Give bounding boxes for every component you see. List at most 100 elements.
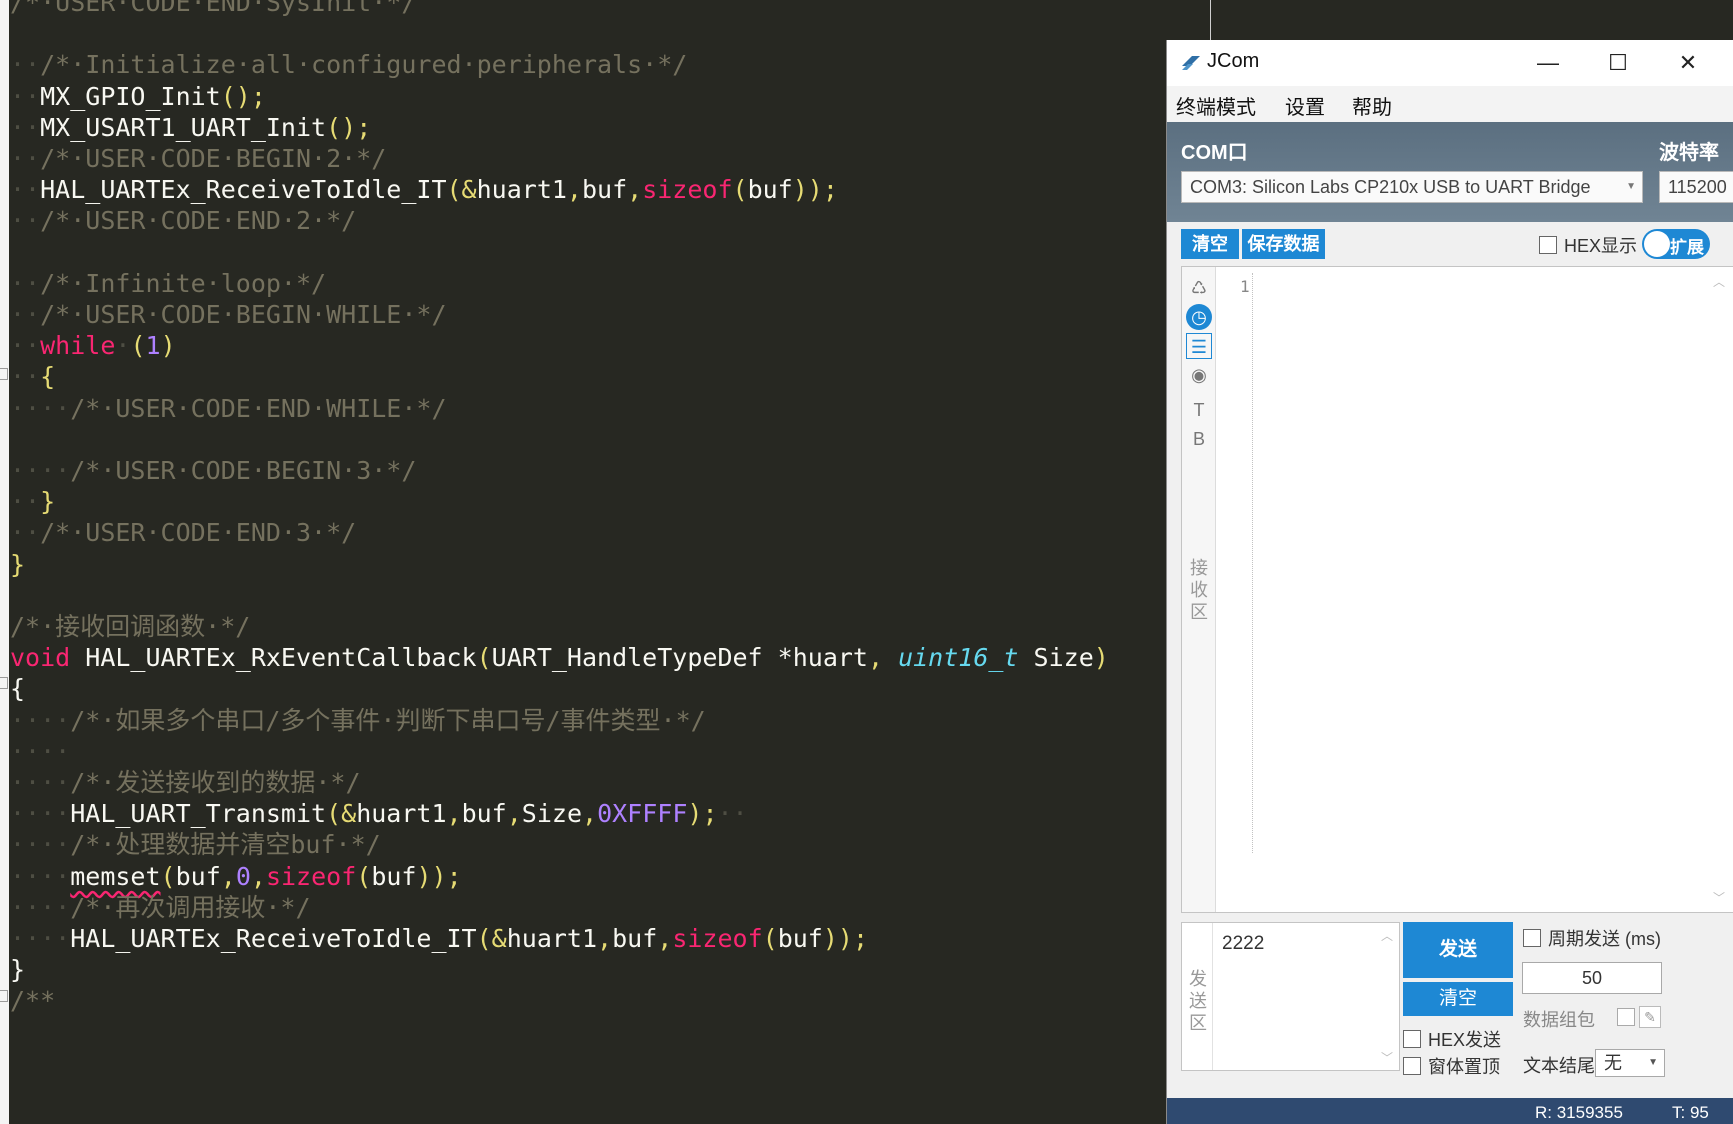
toggle-knob <box>1644 231 1670 257</box>
bold-icon[interactable]: B <box>1186 426 1212 452</box>
menu-help[interactable]: 帮助 <box>1352 91 1392 120</box>
code-line: { <box>10 672 25 706</box>
status-bar: R: 3159355 T: 95 <box>1167 1098 1733 1124</box>
code-token: /*·如果多个串口/多个事件·判断下串口号/事件类型·*/ <box>70 705 706 735</box>
code-token: ( <box>160 861 176 891</box>
fold-marker[interactable] <box>0 990 8 1002</box>
code-token: ·· <box>10 518 41 548</box>
always-on-top-option[interactable]: 窗体置顶 <box>1403 1053 1500 1079</box>
always-on-top-checkbox[interactable] <box>1403 1057 1421 1075</box>
code-token: /*·USER·CODE·BEGIN·2·*/ <box>40 144 387 173</box>
code-line: ··} <box>10 485 55 519</box>
scroll-down-icon[interactable]: ﹀ <box>1381 1049 1393 1066</box>
hex-display-label: HEX显示 <box>1564 236 1638 256</box>
pencil-icon[interactable]: ✎ <box>1639 1006 1661 1028</box>
code-line: ····HAL_UART_Transmit(&huart1,buf,Size,0… <box>10 797 748 831</box>
code-line: } <box>10 548 25 582</box>
send-side-divider <box>1212 923 1213 1070</box>
minimize-button[interactable]: — <box>1513 40 1583 86</box>
code-token: ·· <box>10 300 41 329</box>
periodic-send-option[interactable]: 周期发送 (ms) <box>1523 925 1661 951</box>
code-token: /*·USER·CODE·BEGIN·3·*/ <box>70 456 417 485</box>
code-token: while <box>40 331 116 361</box>
code-token: ·· <box>10 362 41 392</box>
text-icon[interactable]: T <box>1186 397 1212 423</box>
receive-clear-button[interactable]: 清空 <box>1181 229 1239 259</box>
code-token: ···· <box>10 830 71 860</box>
code-line: ··{ <box>10 360 55 394</box>
code-line: ··MX_USART1_UART_Init(); <box>10 111 371 145</box>
code-token: ···· <box>10 861 71 891</box>
code-token: ) <box>1093 643 1109 673</box>
code-token: buf <box>175 861 221 891</box>
hex-send-label: HEX发送 <box>1428 1030 1502 1050</box>
code-token: uint16_t <box>898 643 1019 673</box>
code-token: void <box>10 643 71 673</box>
code-token: /*·Initialize·all·configured·peripherals… <box>40 50 688 80</box>
scroll-up-icon[interactable]: ︿ <box>1381 927 1393 944</box>
title-bar[interactable]: JCom — ☐ ✕ <box>1167 40 1733 86</box>
expand-toggle[interactable]: 扩展 <box>1642 229 1710 259</box>
hex-display-option[interactable]: HEX显示 <box>1539 232 1637 258</box>
code-line: ··/*·USER·CODE·BEGIN·WHILE·*/ <box>10 298 447 332</box>
chevron-down-icon: ▼ <box>1648 1057 1658 1068</box>
code-token: Size <box>521 799 583 829</box>
code-token: (& <box>326 799 357 829</box>
hex-send-checkbox[interactable] <box>1403 1030 1421 1048</box>
com-port-label: COM口 <box>1181 142 1248 164</box>
code-token: · <box>115 331 131 361</box>
jcom-logo-icon <box>1182 56 1200 70</box>
code-line: /*·USER·CODE·END·SysInit·*/ <box>10 0 416 20</box>
code-token: ·· <box>10 144 41 173</box>
code-token: ···· <box>10 705 71 735</box>
eye-icon[interactable]: ◉ <box>1186 362 1212 388</box>
fold-marker[interactable] <box>0 368 8 380</box>
hex-send-option[interactable]: HEX发送 <box>1403 1026 1501 1052</box>
received-count: R: 3159355 <box>1535 1103 1623 1122</box>
scroll-down-icon[interactable]: ﹀ <box>1713 889 1725 906</box>
text-ending-select[interactable]: 无 ▼ <box>1595 1049 1665 1077</box>
com-port-select[interactable]: COM3: Silicon Labs CP210x USB to UART Br… <box>1181 171 1643 203</box>
code-token: HAL_UARTEx_ReceiveToIdle_IT <box>40 175 447 205</box>
code-token: ·· <box>717 799 748 829</box>
data-packet-checkbox[interactable] <box>1617 1008 1635 1026</box>
scroll-up-icon[interactable]: ︿ <box>1713 273 1725 290</box>
menu-settings[interactable]: 设置 <box>1285 91 1325 120</box>
code-token: huart1 <box>506 924 598 953</box>
maximize-button[interactable]: ☐ <box>1583 40 1653 86</box>
save-data-button[interactable]: 保存数据 <box>1242 229 1325 259</box>
code-token: /*·USER·CODE·END·WHILE·*/ <box>70 393 447 423</box>
com-settings-panel: COM口 波特率 COM3: Silicon Labs CP210x USB t… <box>1167 122 1733 222</box>
periodic-send-checkbox[interactable] <box>1523 929 1541 947</box>
code-token: *huart <box>762 643 868 673</box>
recycle-icon[interactable]: ♺ <box>1186 275 1212 301</box>
code-line: /*·接收回调函数·*/ <box>10 610 250 644</box>
code-line: ····/*·再次调用接收·*/ <box>10 891 311 925</box>
jcom-window: JCom — ☐ ✕ 终端模式 设置 帮助 COM口 波特率 COM3: Sil… <box>1166 40 1733 1124</box>
code-token: /*·发送接收到的数据·*/ <box>70 768 361 797</box>
list-icon[interactable]: ☰ <box>1186 333 1212 359</box>
receive-textbox[interactable]: ♺ ◷ ☰ ◉ T B 接收区 1 ︿ ﹀ <box>1181 266 1733 913</box>
fold-marker[interactable] <box>0 677 8 689</box>
close-button[interactable]: ✕ <box>1653 40 1723 86</box>
menu-terminal-mode[interactable]: 终端模式 <box>1176 91 1256 120</box>
send-textbox[interactable]: 发送区 2222 ︿ ﹀ <box>1181 922 1400 1071</box>
data-packet-label: 数据组包 <box>1523 1010 1595 1030</box>
transmitted-count: T: 95 <box>1672 1103 1709 1122</box>
code-token: ···· <box>10 736 71 766</box>
hex-display-checkbox[interactable] <box>1539 236 1557 254</box>
code-line: ··HAL_UARTEx_ReceiveToIdle_IT(&huart1,bu… <box>10 173 838 207</box>
clock-icon[interactable]: ◷ <box>1186 304 1212 330</box>
code-token: 1 <box>145 331 161 361</box>
period-ms-input[interactable]: 50 <box>1522 962 1662 994</box>
line-number-divider <box>1252 273 1253 853</box>
code-token: ); <box>687 799 718 829</box>
code-token: sizeof <box>642 175 733 205</box>
baud-rate-select[interactable]: 115200 <box>1659 171 1733 203</box>
code-token: MX_GPIO_Init <box>40 81 221 111</box>
send-clear-button[interactable]: 清空 <box>1403 982 1513 1016</box>
baud-rate-value: 115200 <box>1668 177 1727 197</box>
send-area-label: 发送区 <box>1189 969 1207 1033</box>
send-button[interactable]: 发送 <box>1403 922 1513 978</box>
code-token: /*·USER·CODE·END·3·*/ <box>40 518 357 548</box>
